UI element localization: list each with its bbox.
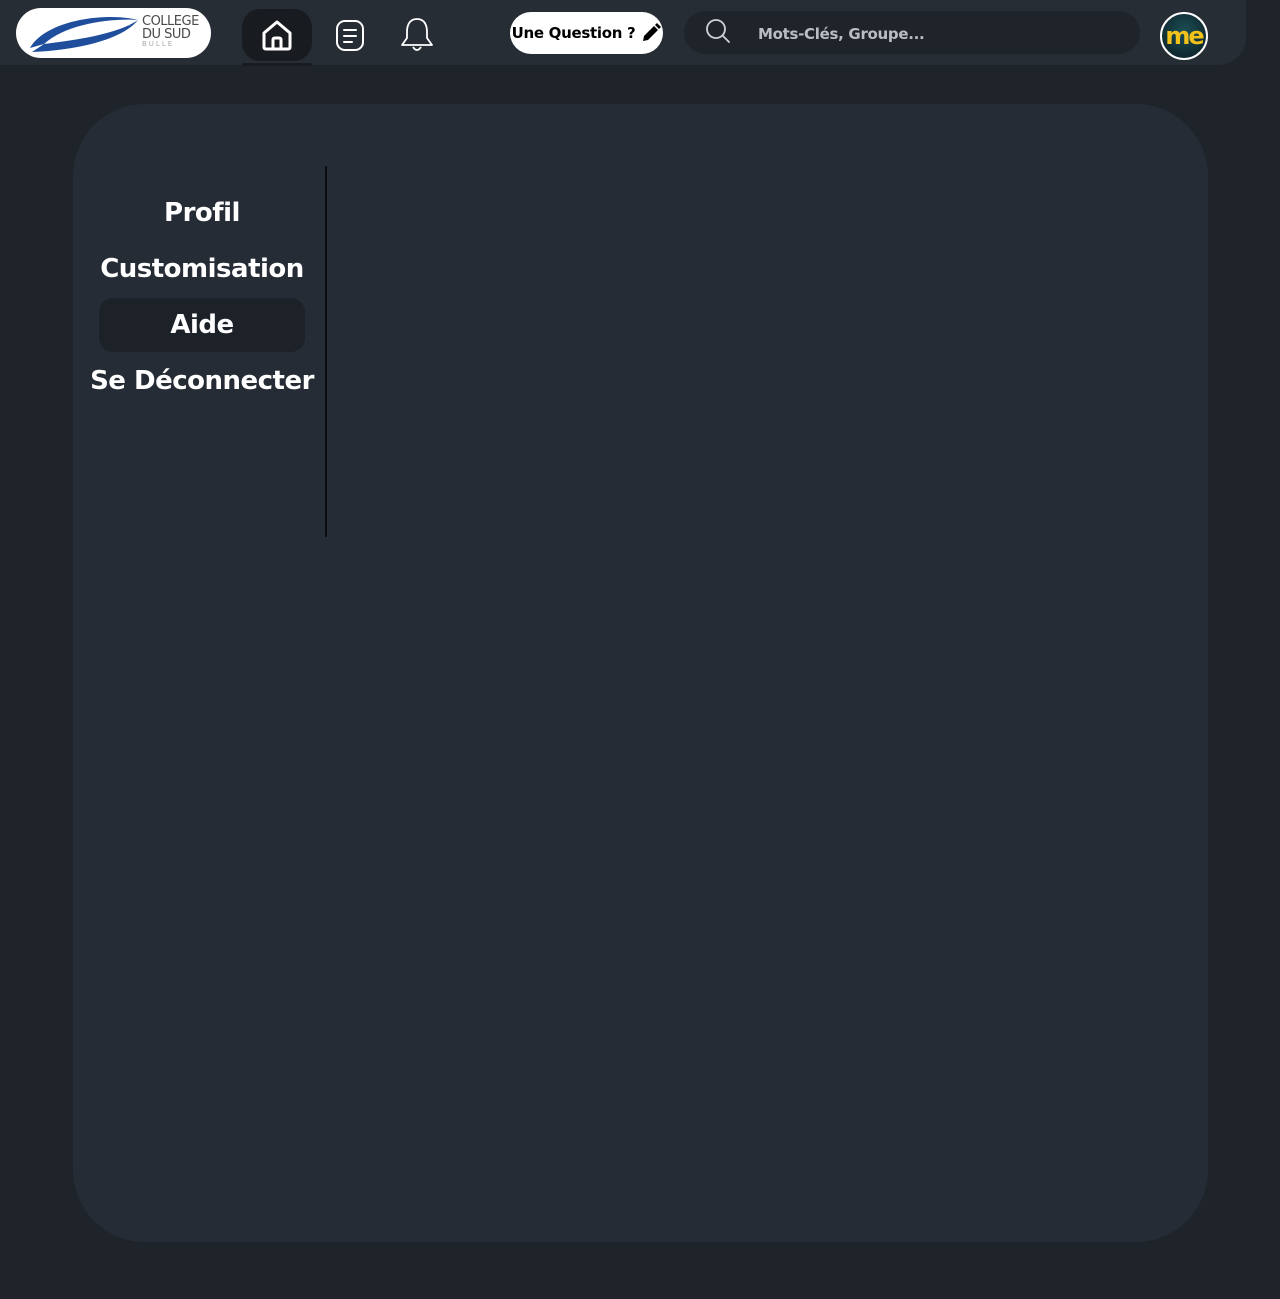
ask-question-button[interactable]: Une Question ? (510, 12, 663, 54)
search-bar[interactable] (684, 11, 1140, 56)
pencil-icon (643, 23, 662, 41)
search-input[interactable] (756, 11, 1120, 56)
nav-notifications-button[interactable] (382, 9, 452, 61)
list-icon (336, 20, 364, 51)
menu-divider (325, 166, 327, 537)
menu-item-customisation[interactable]: Customisation (99, 242, 305, 296)
menu-item-deconnecter[interactable]: Se Déconnecter (90, 354, 314, 408)
menu-item-aide[interactable]: Aide (99, 298, 305, 352)
nav-posts-button[interactable] (315, 9, 385, 61)
top-navigation-bar: COLLEGE DU SUD BULLE Une Question ? Mots… (0, 0, 1246, 66)
college-logo[interactable]: COLLEGE DU SUD BULLE (16, 8, 211, 58)
settings-menu: Profil Customisation Aide Se Déconnecter (90, 186, 314, 410)
avatar-text: me (1165, 22, 1204, 50)
menu-item-profil[interactable]: Profil (99, 186, 305, 240)
search-icon (706, 19, 730, 43)
logo-swoosh-icon (30, 17, 138, 52)
bell-icon (401, 18, 433, 51)
settings-panel: Profil Customisation Aide Se Déconnecter (73, 104, 1208, 1242)
user-avatar[interactable]: me (1160, 12, 1208, 60)
home-icon (262, 20, 292, 51)
logo-text-line3: BULLE (142, 40, 175, 48)
ask-question-label: Une Question ? (511, 24, 636, 42)
nav-home-button[interactable] (242, 9, 312, 66)
